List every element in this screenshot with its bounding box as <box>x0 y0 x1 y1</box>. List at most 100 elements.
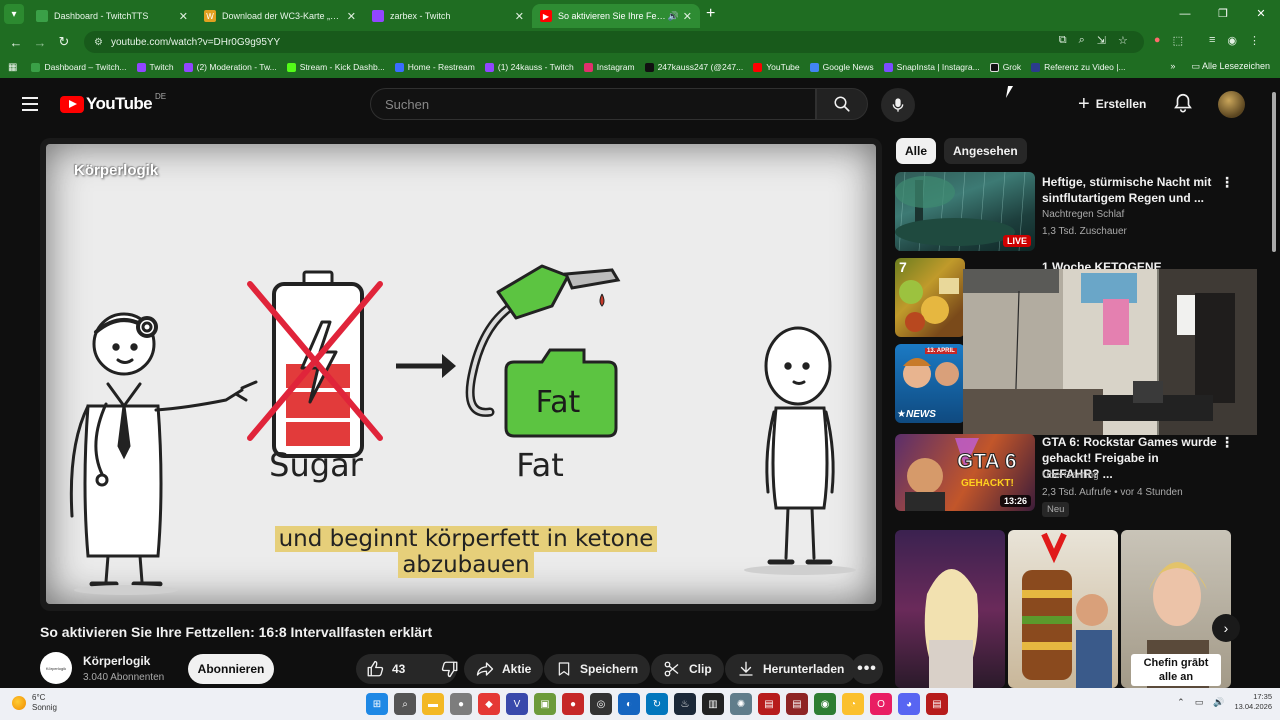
share-button[interactable]: Aktie <box>464 654 544 684</box>
search-input[interactable] <box>385 96 815 112</box>
translate-icon[interactable]: ⧉ <box>1059 34 1067 47</box>
bookmark-item[interactable]: Instagram <box>583 62 635 72</box>
reco-channel[interactable]: Nachtregen Schlaf <box>1042 209 1124 220</box>
audio-playing-icon[interactable]: 🔊 <box>668 11 679 22</box>
close-icon[interactable]: ✕ <box>347 10 356 23</box>
all-bookmarks-folder[interactable]: ▭ Alle Lesezeichen <box>1191 61 1270 72</box>
browser-menu-icon[interactable]: ⋮ <box>1249 34 1260 47</box>
app-box2-icon[interactable]: ▤ <box>786 693 808 715</box>
back-button[interactable]: ← <box>4 35 28 50</box>
app-gear-icon[interactable]: ✺ <box>730 693 752 715</box>
video-player[interactable]: Sugar Fat Fat Körperlogik und beginnt kö… <box>40 138 882 611</box>
file-explorer-icon[interactable]: ▬ <box>422 693 444 715</box>
short-thumbnail[interactable] <box>895 530 1005 688</box>
weather-widget[interactable]: 6°C Sonnig <box>12 693 57 713</box>
like-button[interactable]: 43 <box>356 654 415 684</box>
app-blue-icon[interactable]: ◐ <box>618 693 640 715</box>
bookmark-item[interactable]: Stream - Kick Dashb... <box>286 62 385 72</box>
app-record-icon[interactable]: ● <box>562 693 584 715</box>
close-icon[interactable]: ✕ <box>515 10 524 23</box>
app-link-icon[interactable]: ↻ <box>646 693 668 715</box>
extensions-icon[interactable]: ⬚ <box>1173 34 1183 47</box>
scrollbar-thumb[interactable] <box>1272 92 1276 252</box>
channel-name[interactable]: Körperlogik <box>83 654 150 668</box>
tab-zarbex-twitch[interactable]: zarbex - Twitch ✕ <box>364 4 532 28</box>
bookmark-item[interactable]: Google News <box>809 62 874 72</box>
discord-icon[interactable]: ◕ <box>898 693 920 715</box>
system-clock[interactable]: 17:35 13.04.2026 <box>1234 692 1272 712</box>
obs-icon[interactable]: ◎ <box>590 693 612 715</box>
menu-icon[interactable] <box>22 97 38 111</box>
filter-chip-all[interactable]: Alle <box>896 138 937 164</box>
bookmark-item[interactable]: SnapInsta | Instagra... <box>883 62 980 72</box>
tray-overflow-icon[interactable]: ⌃ <box>1177 697 1185 708</box>
search-icon[interactable]: ⌕ <box>394 693 416 715</box>
bookmark-item[interactable]: Grok <box>989 62 1021 72</box>
close-icon[interactable]: ✕ <box>179 10 188 23</box>
install-app-icon[interactable]: ⇲ <box>1097 34 1106 47</box>
minimize-button[interactable]: — <box>1166 0 1204 28</box>
more-vertical-icon[interactable]: ⋮ <box>1220 174 1234 191</box>
bookmark-item[interactable]: (1) 24kauss - Twitch <box>484 62 574 72</box>
bookmark-item[interactable]: Dashboard – Twitch... <box>31 62 127 72</box>
download-button[interactable]: Herunterladen <box>725 654 857 684</box>
notifications-bell-icon[interactable] <box>1172 92 1194 119</box>
address-bar[interactable]: ⚙ youtube.com/watch?v=DHr0G9g95YY <box>84 31 1144 53</box>
close-window-button[interactable]: ✕ <box>1242 0 1280 28</box>
short-thumbnail[interactable] <box>1008 530 1118 688</box>
bookmark-item[interactable]: (2) Moderation - Tw... <box>183 62 277 72</box>
reco-thumbnail[interactable]: 13. APRIL ★NEWS <box>895 344 965 423</box>
save-button[interactable]: Speichern <box>544 654 651 684</box>
app-red-icon[interactable]: ◆ <box>478 693 500 715</box>
zoom-icon[interactable]: ⌕ <box>1079 34 1085 47</box>
forward-button[interactable]: → <box>28 35 52 50</box>
media-control-icon[interactable]: ≡ <box>1209 34 1215 47</box>
minecraft-icon[interactable]: ▣ <box>534 693 556 715</box>
opera-icon[interactable]: O <box>870 693 892 715</box>
video-frame[interactable]: Sugar Fat Fat Körperlogik und beginnt kö… <box>46 144 876 604</box>
user-avatar[interactable] <box>1218 91 1245 118</box>
network-icon[interactable]: ▭ <box>1195 697 1204 708</box>
profile-icon[interactable]: ◉ <box>1227 34 1237 47</box>
reco-channel[interactable]: ÜberGaming <box>1042 470 1099 481</box>
shorts-next-button[interactable]: › <box>1212 614 1240 642</box>
create-button[interactable]: + Erstellen <box>1068 89 1156 119</box>
app-yellow-icon[interactable]: ◔ <box>842 693 864 715</box>
reco-title[interactable]: Heftige, stürmische Nacht mit sintflutar… <box>1042 174 1217 206</box>
steam-icon[interactable]: ♨ <box>674 693 696 715</box>
tab-search-icon[interactable]: ▾ <box>4 4 24 24</box>
channel-avatar[interactable]: Körperlogik <box>40 652 72 684</box>
new-tab-button[interactable]: + <box>706 5 715 23</box>
apps-grid-icon[interactable]: ▦ <box>8 62 17 73</box>
bookmark-item[interactable]: Home - Restream <box>394 62 475 72</box>
windows-start-icon[interactable]: ⊞ <box>366 693 388 715</box>
app-box3-icon[interactable]: ▤ <box>926 693 948 715</box>
volume-icon[interactable]: 🔊 <box>1213 697 1224 708</box>
bookmarks-overflow-icon[interactable]: » <box>1170 61 1175 72</box>
clip-button[interactable]: Clip <box>651 654 724 684</box>
app-dark-icon[interactable]: ▥ <box>702 693 724 715</box>
reco-thumbnail[interactable]: GTA 6 GEHACKT! 13:26 <box>895 434 1035 511</box>
bookmark-star-icon[interactable]: ☆ <box>1118 34 1128 47</box>
tab-youtube-active[interactable]: ▶ So aktivieren Sie Ihre Fettze 🔊 ✕ <box>532 4 700 28</box>
more-actions-button[interactable]: ••• <box>851 654 883 684</box>
reload-button[interactable]: ↻ <box>52 34 76 50</box>
maximize-button[interactable]: ❐ <box>1204 0 1242 28</box>
mouse-app-icon[interactable]: ● <box>450 693 472 715</box>
tab-wc3-download[interactable]: W Download der WC3-Karte „Ani ✕ <box>196 4 364 28</box>
bookmark-item[interactable]: 247kauss247 (@247... <box>644 62 743 72</box>
reco-thumbnail[interactable]: 7 <box>895 258 965 337</box>
site-info-icon[interactable]: ⚙ <box>94 37 103 48</box>
bookmark-item[interactable]: Referenz zu Video |... <box>1031 62 1126 72</box>
voice-search-button[interactable] <box>881 88 915 122</box>
bookmark-item[interactable]: Twitch <box>136 62 174 72</box>
search-button[interactable] <box>816 88 868 120</box>
page-scrollbar[interactable] <box>1268 80 1280 688</box>
more-vertical-icon[interactable]: ⋮ <box>1220 434 1234 451</box>
chrome-icon[interactable]: ◉ <box>814 693 836 715</box>
youtube-logo[interactable]: YouTube DE <box>60 92 166 114</box>
tab-dashboard-twitchtts[interactable]: Dashboard - TwitchTTS ✕ <box>28 4 196 28</box>
app-box-icon[interactable]: ▤ <box>758 693 780 715</box>
bookmark-item[interactable]: YouTube <box>753 62 800 72</box>
short-thumbnail[interactable]: Chefin grābt alle an <box>1121 530 1231 688</box>
